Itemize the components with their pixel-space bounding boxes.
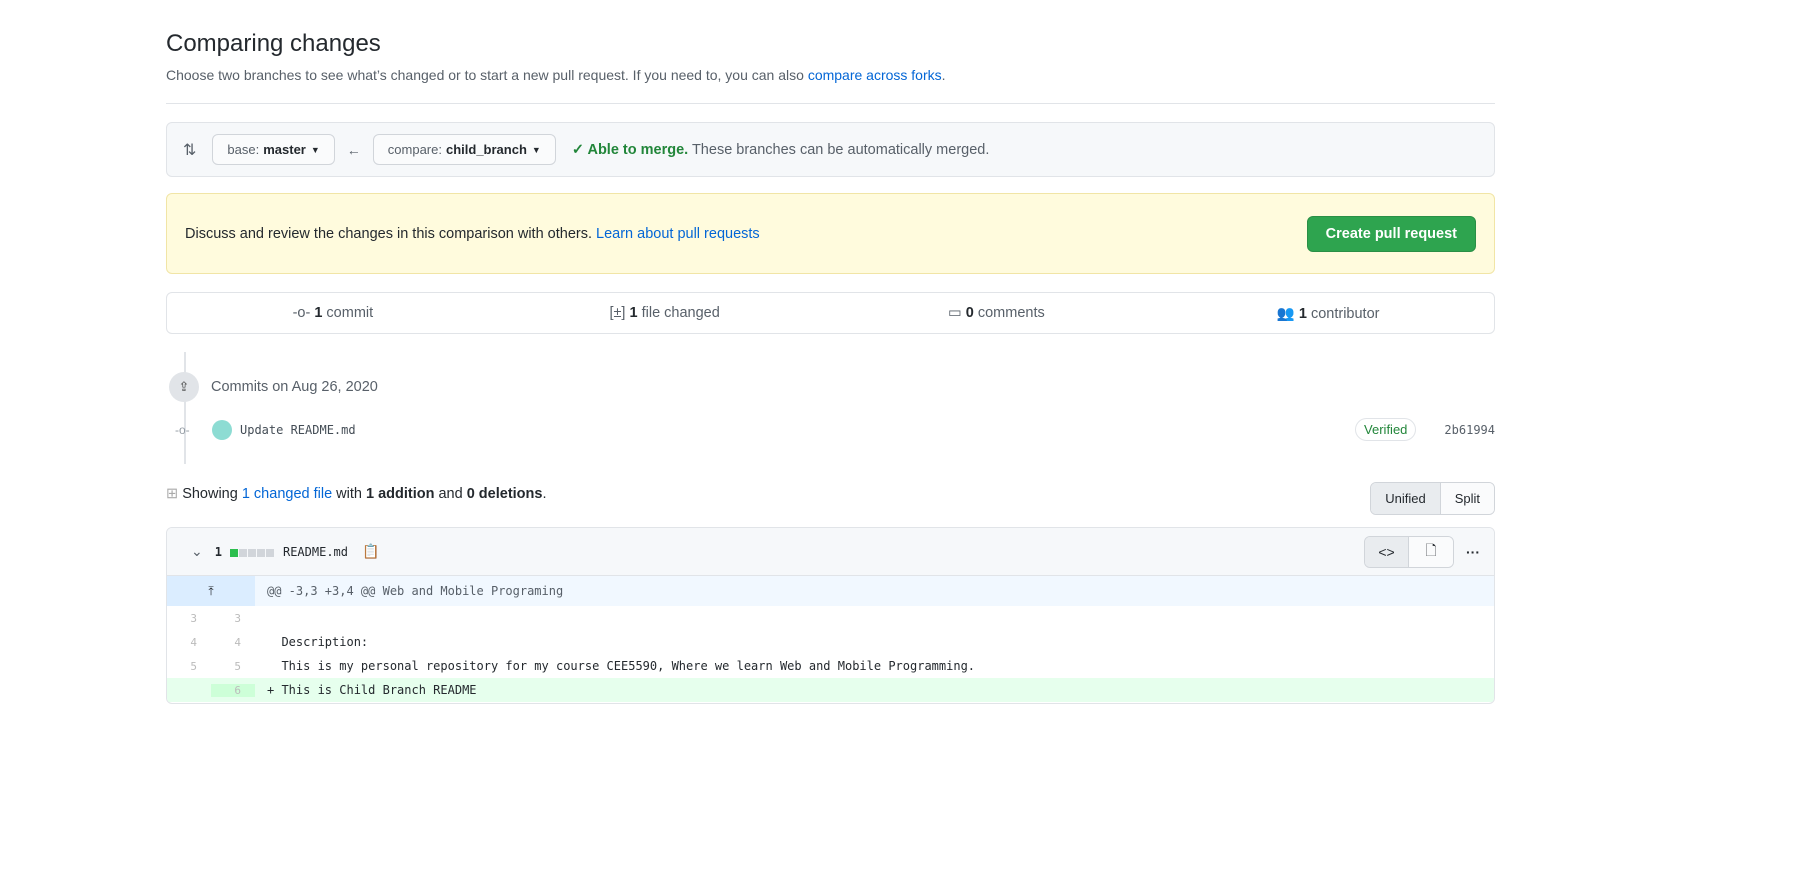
line-code: + This is Child Branch README <box>267 683 477 697</box>
new-line-number[interactable]: 3 <box>211 612 255 625</box>
repo-push-icon: ⇪ <box>169 372 199 402</box>
files-label: file changed <box>637 305 720 321</box>
file-header: ⌄ 1 README.md 📋 <> 🗋 ··· <box>167 528 1494 576</box>
contributors-tab[interactable]: 👥 1 contributor <box>1162 305 1494 322</box>
diff-line: 55 This is my personal repository for my… <box>167 654 1494 678</box>
files-tab[interactable]: [±] 1 file changed <box>499 305 831 321</box>
check-icon: ✓ <box>571 141 588 158</box>
changed-files-link[interactable]: 1 changed file <box>242 486 332 502</box>
commit-dot-icon: -o- <box>175 422 190 437</box>
arrow-left-icon: ← <box>346 141 361 158</box>
commit-date: Commits on Aug 26, 2020 <box>211 379 378 395</box>
merge-status-text: These branches can be automatically merg… <box>688 141 990 158</box>
diff-line-addition: 6 + This is Child Branch README <box>167 678 1494 702</box>
range-editor: ⇅ base: master ▼ ← compare: child_branch ▼ ✓… <box>166 122 1495 177</box>
hunk-text: @@ -3,3 +3,4 @@ Web and Mobile Programin… <box>267 584 564 598</box>
base-label: base: <box>227 142 260 157</box>
banner-message: Discuss and review the changes in this c… <box>185 225 597 242</box>
unified-button[interactable]: Unified <box>1371 483 1441 514</box>
people-icon: 👥 <box>1276 305 1299 322</box>
comments-label: comments <box>973 305 1045 321</box>
compare-forks-link[interactable]: compare across forks <box>808 67 942 83</box>
expand-up-icon[interactable]: ⤒ <box>167 576 255 606</box>
compare-label: compare: <box>387 142 442 157</box>
file-diff-icon: ⊞ <box>166 486 183 502</box>
summary-and: and <box>434 486 467 502</box>
banner-text: Discuss and review the changes in this c… <box>185 226 760 242</box>
pull-request-banner: Discuss and review the changes in this c… <box>166 193 1495 274</box>
file-name-link[interactable]: README.md <box>283 545 348 559</box>
files-count: 1 <box>629 305 638 321</box>
merge-status: ✓ Able to merge. These branches can be a… <box>572 142 990 158</box>
kebab-menu-icon[interactable]: ··· <box>1466 544 1480 560</box>
timeline-line <box>184 352 186 464</box>
commits-tab[interactable]: -o- 1 commit <box>167 305 499 321</box>
diff-view-toggle: Unified Split <box>1370 482 1495 515</box>
subtitle-end: . <box>941 67 946 83</box>
base-value: master <box>263 142 306 157</box>
page-title: Comparing changes <box>166 30 381 57</box>
new-line-number[interactable]: 5 <box>211 660 255 673</box>
commit-group-header: ⇪ Commits on Aug 26, 2020 <box>169 372 378 402</box>
git-compare-icon: ⇅ <box>183 141 197 159</box>
file-diff: ⌄ 1 README.md 📋 <> 🗋 ··· ⤒ @@ -3,3 +3,4 … <box>166 527 1495 704</box>
diff-line: 44 Description: <box>167 630 1494 654</box>
new-line-number[interactable]: 6 <box>211 683 255 697</box>
compare-branch-select[interactable]: compare: child_branch ▼ <box>372 134 556 165</box>
line-code: This is my personal repository for my co… <box>267 659 976 673</box>
commit-row: -o- Update README.md Verified 2b61994 <box>166 418 1495 441</box>
caret-down-icon: ▼ <box>310 144 320 155</box>
subtitle-text: Choose two branches to see what’s change… <box>166 67 808 83</box>
line-code: Description: <box>267 635 369 649</box>
old-line-number[interactable]: 3 <box>167 612 211 625</box>
summary-with: with <box>332 486 366 502</box>
avatar[interactable] <box>212 419 232 440</box>
compare-value: child_branch <box>445 142 527 157</box>
commit-sha-link[interactable]: 2b61994 <box>1444 423 1495 437</box>
learn-pull-requests-link[interactable]: Learn about pull requests <box>596 226 760 242</box>
new-line-number[interactable]: 4 <box>211 636 255 649</box>
old-line-number[interactable]: 5 <box>167 660 211 673</box>
change-count: 1 <box>214 544 222 559</box>
base-branch-select[interactable]: base: master ▼ <box>212 134 335 165</box>
hunk-header: ⤒ @@ -3,3 +3,4 @@ Web and Mobile Program… <box>167 576 1494 606</box>
comments-tab[interactable]: ▭ 0 comments <box>831 305 1163 321</box>
caret-down-icon: ▼ <box>531 144 541 155</box>
merge-status-label: Able to merge. <box>587 141 689 158</box>
code-view-icon[interactable]: <> <box>1365 536 1409 567</box>
contributors-count: 1 <box>1298 305 1307 322</box>
create-pull-request-button[interactable]: Create pull request <box>1306 215 1476 252</box>
commit-message-link[interactable]: Update README.md <box>240 423 356 437</box>
verified-badge[interactable]: Verified <box>1355 418 1417 441</box>
comments-count: 0 <box>965 305 974 321</box>
file-view-icon[interactable]: 🗋 <box>1409 536 1453 567</box>
split-button[interactable]: Split <box>1440 483 1494 514</box>
summary-prefix: Showing <box>182 486 242 502</box>
page-subtitle: Choose two branches to see what’s change… <box>166 67 946 83</box>
clipboard-icon[interactable]: 📋 <box>362 543 379 560</box>
file-diff-icon: [±] <box>609 305 630 321</box>
old-line-number[interactable]: 4 <box>167 636 211 649</box>
summary-end: . <box>542 486 547 502</box>
additions-count: 1 addition <box>365 486 435 502</box>
comment-icon: ▭ <box>948 305 966 321</box>
commits-label: commit <box>322 305 374 321</box>
chevron-down-icon[interactable]: ⌄ <box>191 543 203 560</box>
diffstat <box>229 544 275 560</box>
contributors-label: contributor <box>1306 305 1380 322</box>
divider <box>166 103 1495 104</box>
deletions-count: 0 deletions <box>466 486 543 502</box>
diff-line: 33 <box>167 606 1494 630</box>
commit-icon: -o- <box>292 305 315 321</box>
compare-stats: -o- 1 commit [±] 1 file changed ▭ 0 comm… <box>166 292 1495 334</box>
diff-summary: ⊞ Showing 1 changed file with 1 addition… <box>166 486 547 502</box>
